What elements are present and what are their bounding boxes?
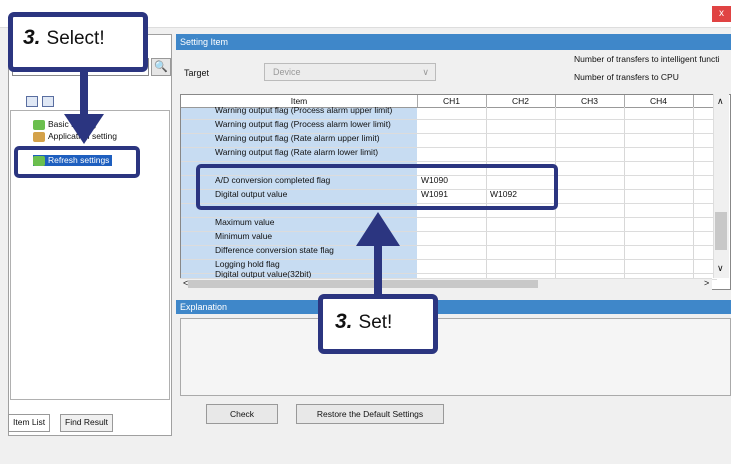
explanation-box bbox=[180, 318, 731, 396]
transfer-intelligent-label: Number of transfers to intelligent funct… bbox=[574, 54, 720, 64]
explanation-header: Explanation bbox=[176, 300, 731, 314]
scroll-down-icon[interactable]: ∨ bbox=[717, 263, 724, 274]
callout-select: 3. Select! bbox=[8, 12, 148, 72]
callout-set: 3. Set! bbox=[318, 294, 438, 354]
left-tabs: Item List Find Result bbox=[8, 414, 172, 434]
target-label: Target bbox=[184, 68, 210, 78]
arrow-down-shaft bbox=[80, 72, 88, 120]
check-button[interactable]: Check bbox=[206, 404, 278, 424]
refresh-settings-highlight bbox=[14, 146, 140, 178]
arrow-down-head bbox=[64, 114, 104, 144]
arrow-up-head bbox=[356, 212, 400, 246]
tab-find-result[interactable]: Find Result bbox=[60, 414, 113, 432]
chevron-down-icon: ∨ bbox=[422, 67, 429, 77]
arrow-up-shaft bbox=[374, 244, 382, 296]
list-icon[interactable] bbox=[42, 96, 54, 107]
restore-default-button[interactable]: Restore the Default Settings bbox=[296, 404, 444, 424]
sort-icon[interactable] bbox=[26, 96, 38, 107]
target-select[interactable]: Device ∨ bbox=[264, 63, 436, 81]
scroll-thumb[interactable] bbox=[715, 212, 727, 250]
scroll-left-icon[interactable]: < bbox=[183, 278, 188, 288]
settings-node-icon bbox=[33, 131, 45, 142]
grid-values-highlight bbox=[196, 164, 558, 210]
grid-vertical-scrollbar[interactable] bbox=[713, 94, 729, 278]
close-button[interactable]: x bbox=[712, 6, 731, 22]
setting-item-header: Setting Item bbox=[176, 34, 731, 50]
scroll-up-icon[interactable]: ∧ bbox=[717, 96, 724, 107]
scroll-right-icon[interactable]: > bbox=[704, 278, 709, 288]
tab-item-list[interactable]: Item List bbox=[8, 414, 51, 432]
transfer-cpu-label: Number of transfers to CPU bbox=[574, 72, 679, 82]
hscroll-thumb[interactable] bbox=[188, 280, 538, 288]
settings-node-icon bbox=[33, 119, 45, 130]
binoculars-icon[interactable]: 🔍 bbox=[151, 58, 171, 76]
